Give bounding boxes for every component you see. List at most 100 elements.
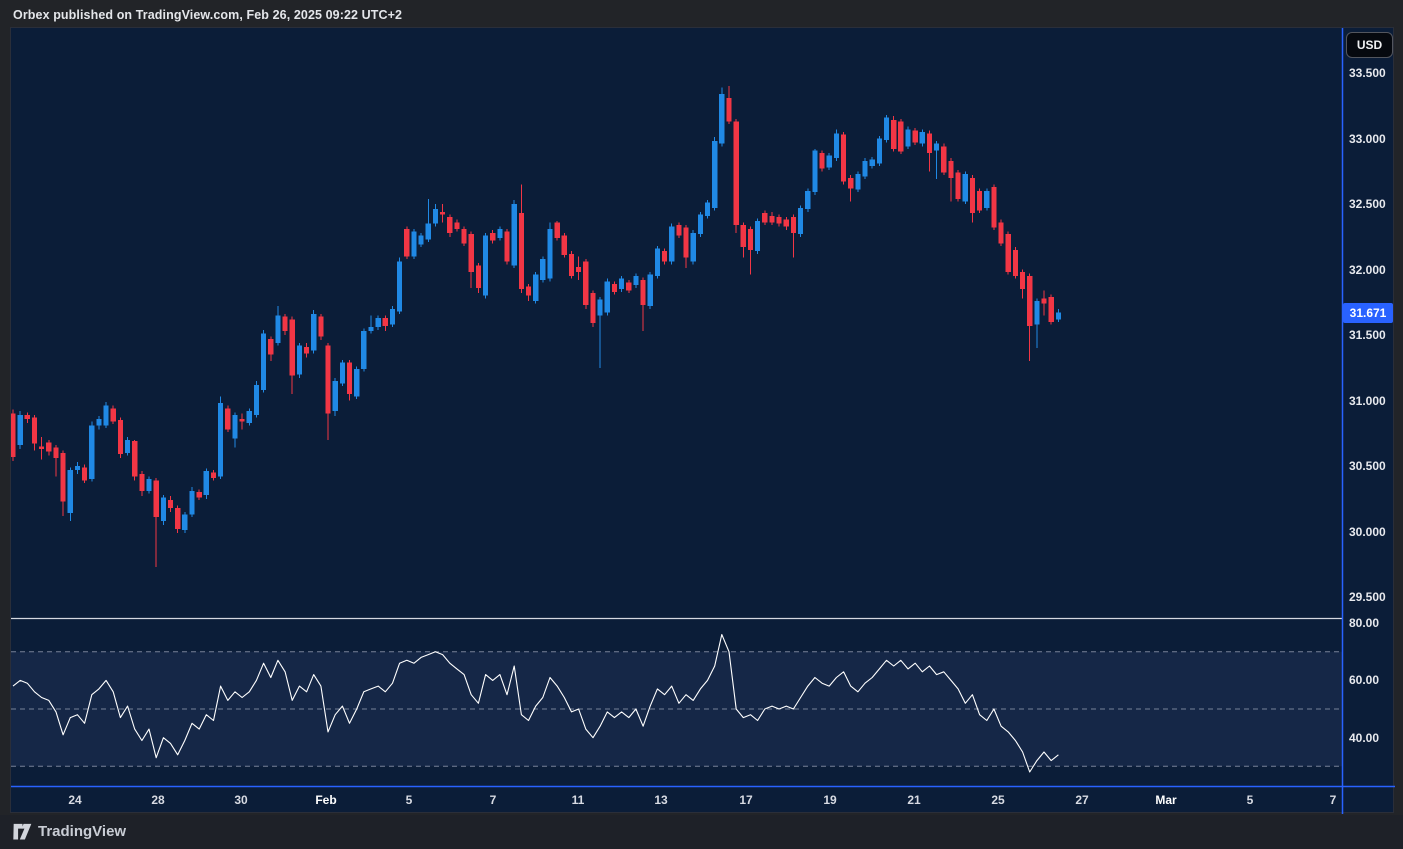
candle-body <box>1020 272 1025 289</box>
candle-body <box>884 118 889 140</box>
candle-body <box>655 249 660 277</box>
candle-body <box>18 415 23 445</box>
candle-body <box>261 334 266 390</box>
candle-body <box>268 339 273 355</box>
candle-body <box>333 381 338 411</box>
candle-body <box>168 500 173 508</box>
candle-body <box>905 129 910 146</box>
candle-body <box>483 235 488 295</box>
candle-body <box>82 467 87 480</box>
candle-body <box>712 141 717 208</box>
rsi-tick-label: 60.00 <box>1349 672 1379 688</box>
candle-body <box>662 251 667 261</box>
candle-body <box>734 121 739 224</box>
candle-body <box>927 133 932 153</box>
candle-body <box>691 233 696 262</box>
candle-body <box>218 403 223 476</box>
candle-body <box>963 174 968 202</box>
candle-body <box>39 446 44 449</box>
candle-body <box>870 159 875 166</box>
candle-body <box>1034 301 1039 325</box>
tradingview-logo-icon[interactable] <box>13 823 32 841</box>
price-tick-label: 30.000 <box>1349 524 1386 540</box>
candle-body <box>433 209 438 223</box>
candle-body <box>698 214 703 234</box>
candle-body <box>648 275 653 306</box>
candle-body <box>569 254 574 276</box>
candle-body <box>376 318 381 327</box>
candle-body <box>948 161 953 178</box>
candle-body <box>454 222 459 229</box>
candle-body <box>461 229 466 243</box>
candle-body <box>1041 298 1046 303</box>
candle-body <box>956 173 961 199</box>
candle-body <box>118 420 123 454</box>
candle-body <box>598 300 603 316</box>
candle-body <box>805 191 810 209</box>
candle-body <box>132 441 137 476</box>
price-axis[interactable]: 33.50033.00032.50032.00031.50031.00030.5… <box>1343 28 1395 786</box>
candle-body <box>777 217 782 224</box>
candle-body <box>920 132 925 144</box>
candle-body <box>390 309 395 325</box>
candle-body <box>182 514 187 530</box>
candle-body <box>633 276 638 285</box>
candle-body <box>798 208 803 234</box>
candle-body <box>383 318 388 326</box>
time-tick-label: 24 <box>53 792 97 808</box>
footer-brand-text[interactable]: TradingView <box>38 822 126 842</box>
candle-body <box>61 453 66 501</box>
candle-body <box>640 280 645 305</box>
candle-body <box>297 345 302 374</box>
candle-body <box>490 233 495 241</box>
candle-body <box>547 229 552 279</box>
time-tick-label: 25 <box>976 792 1020 808</box>
candle-body <box>125 440 130 453</box>
candle-body <box>75 466 80 470</box>
candle-body <box>726 98 731 122</box>
time-tick-label: 28 <box>136 792 180 808</box>
candle-body <box>411 232 416 257</box>
candle-body <box>1013 250 1018 276</box>
candle-body <box>913 131 918 143</box>
time-tick-month-label: Feb <box>304 792 348 808</box>
candle-body <box>512 204 517 266</box>
main-chart[interactable] <box>11 28 1395 814</box>
candle-body <box>819 153 824 169</box>
candle-body <box>576 267 581 272</box>
candle-body <box>139 474 144 491</box>
price-tick-label: 31.000 <box>1349 393 1386 409</box>
time-axis[interactable]: 242830Feb5711131719212527Mar57 <box>11 787 1342 814</box>
footer-bar: TradingView <box>0 815 1403 849</box>
candle-body <box>440 212 445 215</box>
price-tick-label: 33.000 <box>1349 131 1386 147</box>
price-tick-label: 29.500 <box>1349 589 1386 605</box>
time-tick-label: 13 <box>639 792 683 808</box>
candle-body <box>361 331 366 369</box>
candle-body <box>762 213 767 222</box>
candle-body <box>877 139 882 164</box>
candle-body <box>476 266 481 288</box>
rsi-tick-label: 80.00 <box>1349 615 1379 631</box>
candle-body <box>526 287 531 296</box>
candle-body <box>340 363 345 384</box>
candle-body <box>970 178 975 213</box>
candle-body <box>46 442 51 451</box>
candle-body <box>998 222 1003 243</box>
candle-body <box>68 470 73 513</box>
candle-body <box>941 146 946 172</box>
candle-body <box>397 262 402 312</box>
candle-body <box>741 225 746 247</box>
candle-body <box>555 222 560 238</box>
candle-body <box>683 228 688 258</box>
currency-unit-button[interactable]: USD <box>1346 32 1393 58</box>
candle-body <box>146 479 151 491</box>
candle-body <box>605 281 610 312</box>
candle-body <box>676 225 681 235</box>
candle-body <box>626 283 631 291</box>
candle-body <box>841 135 846 182</box>
candle-body <box>25 415 30 419</box>
candle-body <box>977 191 982 211</box>
candle-body <box>282 317 287 331</box>
price-tick-label: 32.500 <box>1349 196 1386 212</box>
